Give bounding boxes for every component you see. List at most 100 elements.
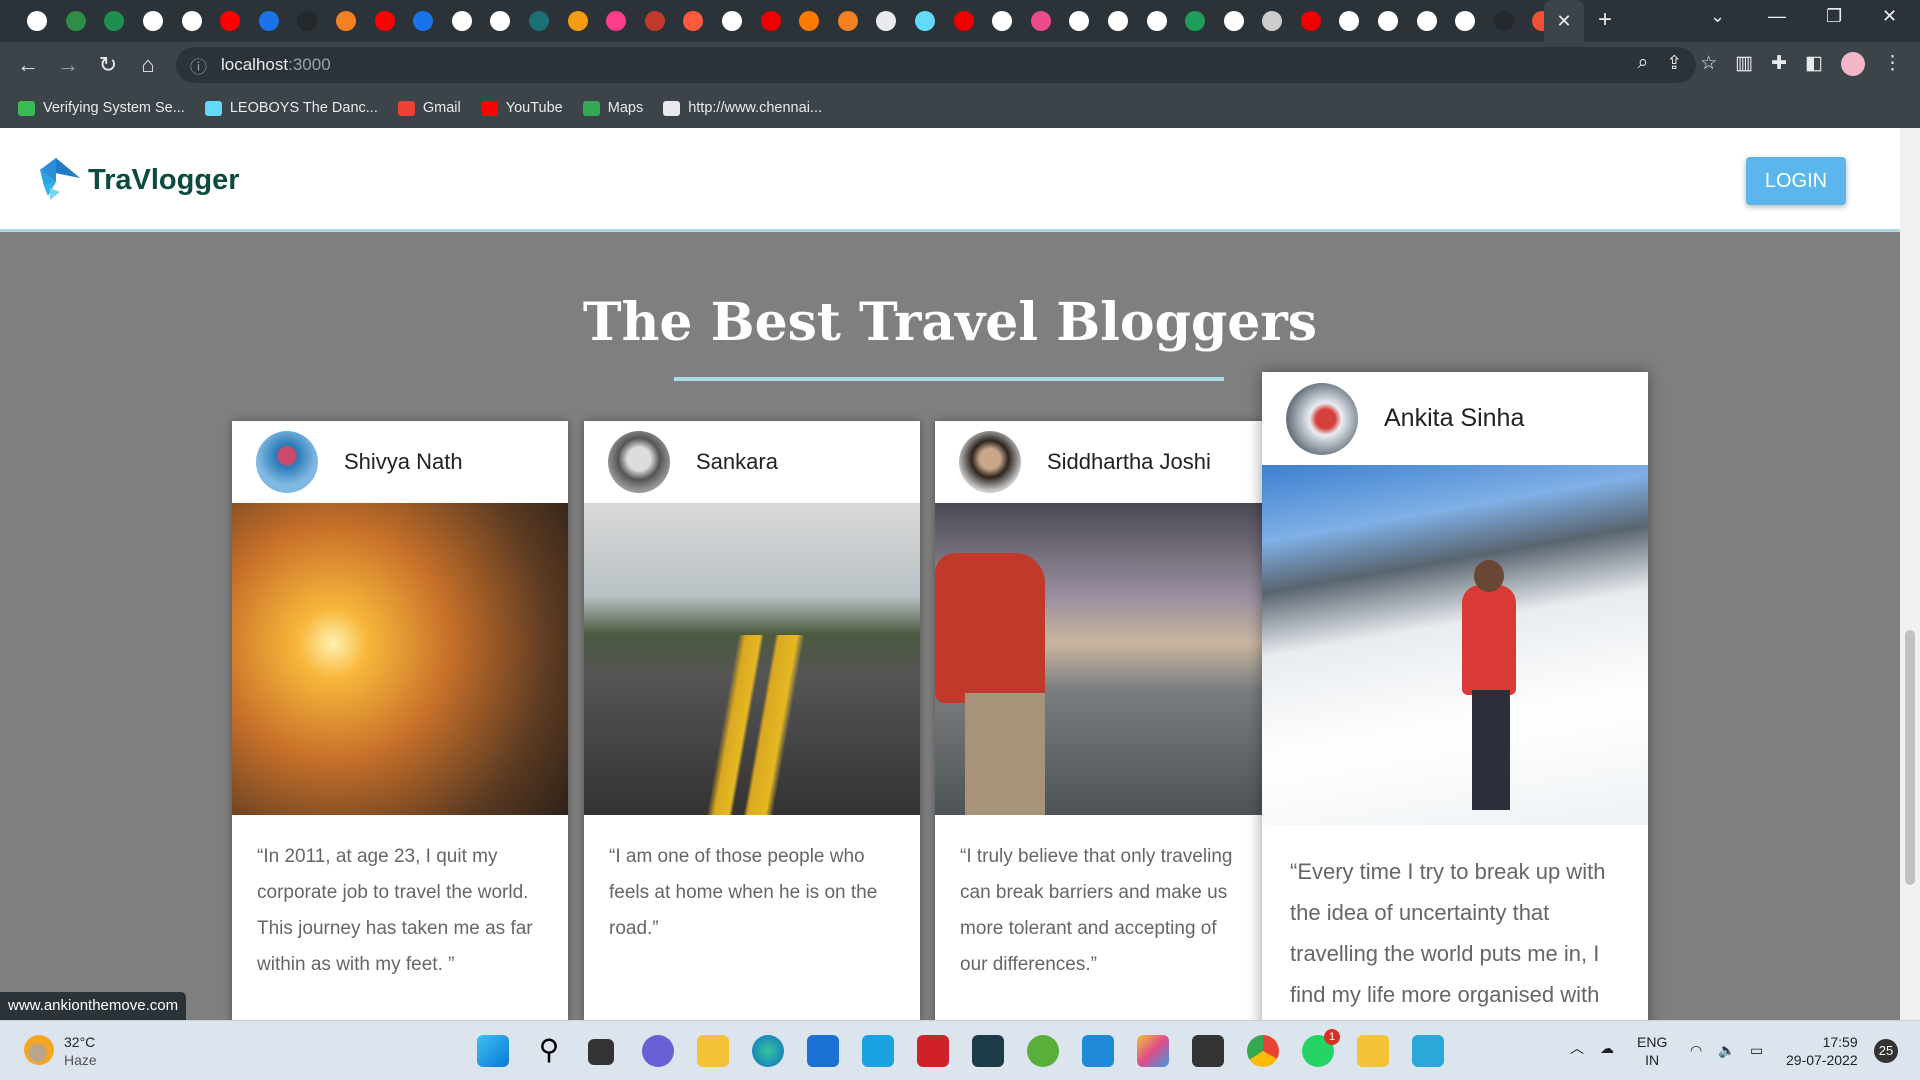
notepad-icon[interactable] — [1412, 1035, 1444, 1067]
dribbble-favicon-icon[interactable] — [1030, 11, 1051, 31]
w-logo-favicon-icon[interactable] — [1262, 11, 1283, 31]
globe-favicon-icon[interactable] — [181, 11, 202, 31]
bookmark-item[interactable]: Verifying System Se... — [18, 100, 185, 116]
close-tab-button[interactable]: ✕ — [1544, 0, 1584, 42]
youtube-favicon-icon[interactable] — [374, 11, 395, 31]
puzzle-favicon-icon[interactable] — [876, 11, 897, 31]
m-logo-favicon-icon[interactable] — [1185, 11, 1206, 31]
bookmark-item[interactable]: LEOBOYS The Danc... — [204, 100, 378, 116]
login-button[interactable]: LOGIN — [1746, 157, 1846, 205]
mcafee-icon[interactable] — [917, 1035, 949, 1067]
forward-icon[interactable]: → — [48, 52, 88, 78]
chrome-icon[interactable] — [1247, 1035, 1279, 1067]
blogger-favicon-icon[interactable] — [799, 11, 820, 31]
l-app-icon[interactable] — [862, 1035, 894, 1067]
bookmark-item[interactable]: http://www.chennai... — [663, 100, 822, 116]
google-favicon-icon[interactable] — [27, 11, 48, 31]
geeksforgeeks-favicon-icon[interactable] — [65, 11, 86, 31]
github-favicon-icon[interactable] — [297, 11, 318, 31]
side-panel-icon[interactable]: ◧ — [1805, 52, 1823, 76]
alt-favicon-icon[interactable] — [104, 11, 125, 31]
dots-favicon-icon[interactable] — [644, 11, 665, 31]
google-favicon-icon[interactable] — [1146, 11, 1167, 31]
cortana-icon[interactable] — [972, 1035, 1004, 1067]
tab-search-icon[interactable]: ⌄ — [1710, 6, 1725, 27]
utorrent-icon[interactable] — [1027, 1035, 1059, 1067]
extension-chart-icon[interactable]: ▥ — [1735, 52, 1753, 76]
address-bar[interactable]: ⓘ localhost:3000 — [176, 47, 1696, 83]
zoom-icon[interactable]: ⌕ — [1638, 52, 1649, 76]
f-box-favicon-icon[interactable] — [1416, 11, 1437, 31]
start-icon[interactable] — [477, 1035, 509, 1067]
maximize-button[interactable]: ❐ — [1826, 6, 1842, 27]
stackoverflow-favicon-icon[interactable] — [837, 11, 858, 31]
f-logo-favicon-icon[interactable] — [258, 11, 279, 31]
page-scrollbar[interactable] — [1900, 128, 1920, 1020]
info-icon[interactable]: ⓘ — [190, 53, 207, 78]
menu-icon[interactable]: ⋮ — [1883, 52, 1902, 76]
chrome-favicon-icon[interactable] — [721, 11, 742, 31]
globe-favicon-icon[interactable] — [1223, 11, 1244, 31]
sp-favicon-icon[interactable] — [567, 11, 588, 31]
vscode-icon[interactable] — [1082, 1035, 1114, 1067]
react-favicon-icon[interactable] — [914, 11, 935, 31]
butterfly-favicon-icon[interactable] — [606, 11, 627, 31]
battery-icon[interactable]: ▭ — [1750, 1041, 1763, 1059]
scrollbar-thumb[interactable] — [1905, 630, 1915, 885]
blogger-card[interactable]: Shivya Nath “In 2011, at age 23, I quit … — [232, 421, 568, 1020]
app-icon[interactable] — [1137, 1035, 1169, 1067]
pdf-favicon-icon[interactable] — [1300, 11, 1321, 31]
search-icon[interactable]: ⚲ — [533, 1035, 565, 1067]
youtube-favicon-icon[interactable] — [220, 11, 241, 31]
store-icon[interactable] — [807, 1035, 839, 1067]
whatsapp-icon[interactable]: 1 — [1302, 1029, 1340, 1067]
c-app-icon[interactable] — [1192, 1035, 1224, 1067]
reload-icon[interactable]: ↻ — [88, 52, 128, 78]
codepen-favicon-icon[interactable] — [1455, 11, 1476, 31]
stackoverflow-favicon-icon[interactable] — [336, 11, 357, 31]
minimize-button[interactable]: — — [1768, 6, 1786, 27]
teams-chat-icon[interactable] — [642, 1035, 674, 1067]
weather-icon[interactable] — [24, 1035, 54, 1065]
kp-favicon-icon[interactable] — [529, 11, 550, 31]
google-favicon-icon[interactable] — [992, 11, 1013, 31]
bookmark-item[interactable]: Gmail — [397, 100, 461, 116]
globe-favicon-icon[interactable] — [1107, 11, 1128, 31]
close-window-button[interactable]: ✕ — [1882, 6, 1897, 27]
language[interactable]: ENG — [1637, 1033, 1667, 1051]
show-hidden-icons[interactable]: ︿ — [1570, 1039, 1584, 1057]
blogger-card[interactable]: Sankara “I am one of those people who fe… — [584, 421, 920, 1020]
profile-avatar[interactable] — [1841, 52, 1865, 76]
new-tab-button[interactable]: + — [1598, 6, 1612, 34]
clock-date[interactable]: 29-07-2022 — [1786, 1051, 1858, 1069]
task-view-icon[interactable] — [588, 1039, 614, 1065]
blogger-card[interactable]: Siddhartha Joshi “I truly believe that o… — [935, 421, 1262, 1020]
edge-icon[interactable] — [752, 1035, 784, 1067]
blogger-card-hovered[interactable]: Ankita Sinha “Every time I try to break … — [1262, 372, 1648, 1020]
google-favicon-icon[interactable] — [143, 11, 164, 31]
notification-count[interactable]: 25 — [1874, 1039, 1898, 1063]
bookmark-item[interactable]: YouTube — [480, 100, 563, 116]
mj-favicon-icon[interactable] — [413, 11, 434, 31]
brand-logo[interactable]: TraVlogger — [36, 156, 240, 204]
google-favicon-icon[interactable] — [1339, 11, 1360, 31]
wifi-icon[interactable]: ◠ — [1690, 1041, 1702, 1059]
github-favicon-icon[interactable] — [1493, 11, 1514, 31]
share-icon[interactable]: ⇪ — [1666, 52, 1682, 76]
home-icon[interactable]: ⌂ — [128, 52, 168, 78]
pdf-favicon-icon[interactable] — [953, 11, 974, 31]
bookmark-item[interactable]: Maps — [582, 100, 643, 116]
google-favicon-icon[interactable] — [490, 11, 511, 31]
file-explorer-icon[interactable] — [697, 1035, 729, 1067]
onedrive-icon[interactable]: ☁ — [1600, 1039, 1614, 1057]
globe-favicon-icon[interactable] — [1069, 11, 1090, 31]
volume-icon[interactable]: 🔈 — [1718, 1041, 1735, 1059]
clock-time[interactable]: 17:59 — [1786, 1033, 1858, 1051]
pdf-favicon-icon[interactable] — [760, 11, 781, 31]
language-region[interactable]: IN — [1637, 1051, 1667, 1069]
globe-favicon-icon[interactable] — [1378, 11, 1399, 31]
extensions-puzzle-icon[interactable]: ✚ — [1771, 52, 1787, 76]
fsg-favicon-icon[interactable] — [683, 11, 704, 31]
google-favicon-icon[interactable] — [451, 11, 472, 31]
back-icon[interactable]: ← — [8, 52, 48, 78]
